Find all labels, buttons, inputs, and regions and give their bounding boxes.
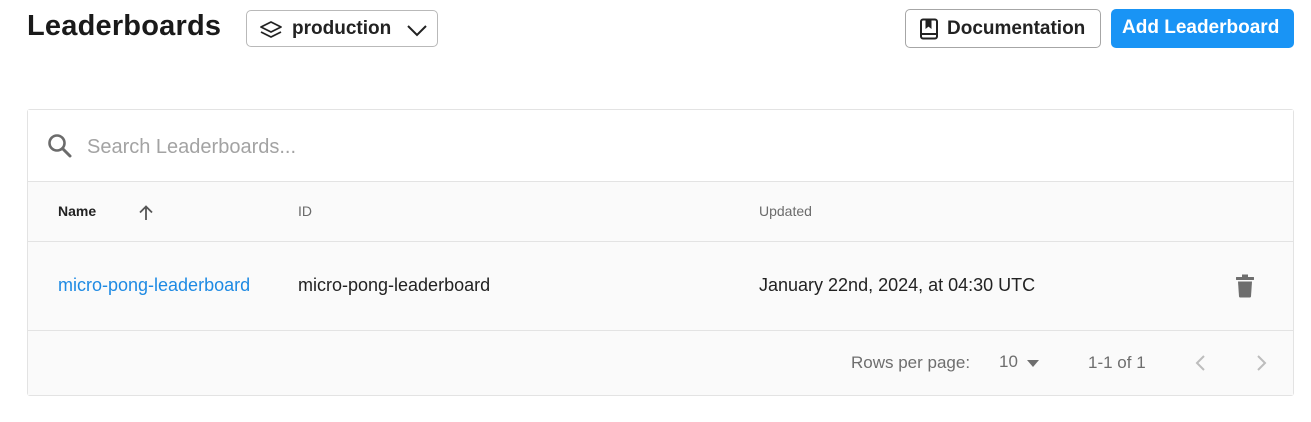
search-input[interactable]: [85, 128, 689, 166]
leaderboard-name-link[interactable]: micro-pong-leaderboard: [58, 275, 250, 296]
column-header-label: Name: [58, 203, 97, 219]
chevron-down-icon: [407, 25, 427, 37]
page-title: Leaderboards: [27, 10, 222, 42]
chevron-left-icon[interactable]: [1189, 348, 1213, 378]
leaderboard-updated: January 22nd, 2024, at 04:30 UTC: [759, 275, 1036, 295]
column-header-id[interactable]: ID: [298, 203, 312, 219]
rows-per-page-value: 10: [999, 352, 1018, 371]
table-header: Name ID Updated: [28, 181, 1293, 242]
search-bar: [28, 110, 1293, 181]
documentation-button-label: Documentation: [947, 18, 1086, 39]
leaderboards-table-card: Name ID Updated micro-pong-leaderboard m…: [27, 109, 1294, 396]
documentation-button[interactable]: Documentation: [905, 9, 1101, 48]
rows-per-page-label: Rows per page:: [851, 353, 971, 372]
table-pagination: Rows per page: 10 1-1 of 1: [28, 331, 1293, 395]
layers-icon: [260, 21, 282, 38]
environment-select[interactable]: production: [246, 10, 438, 47]
search-icon: [48, 134, 72, 158]
add-leaderboard-button[interactable]: Add Leaderboard: [1111, 9, 1294, 48]
column-header-name[interactable]: Name: [58, 203, 153, 220]
environment-select-value: production: [292, 18, 392, 39]
column-header-updated[interactable]: Updated: [759, 203, 812, 219]
chevron-right-icon[interactable]: [1249, 348, 1273, 378]
arrow-up-icon: [139, 205, 153, 220]
add-leaderboard-button-label: Add Leaderboard: [1122, 17, 1280, 38]
caret-down-icon: [1027, 360, 1039, 367]
pagination-range: 1-1 of 1: [1088, 353, 1146, 372]
leaderboard-id: micro-pong-leaderboard: [298, 275, 491, 295]
table-row[interactable]: micro-pong-leaderboard micro-pong-leader…: [28, 242, 1293, 331]
book-icon: [920, 18, 938, 40]
trash-icon[interactable]: [1235, 274, 1255, 298]
page-header: Leaderboards production Documentation Ad…: [0, 0, 1311, 60]
rows-per-page-select[interactable]: 10: [998, 350, 1044, 376]
